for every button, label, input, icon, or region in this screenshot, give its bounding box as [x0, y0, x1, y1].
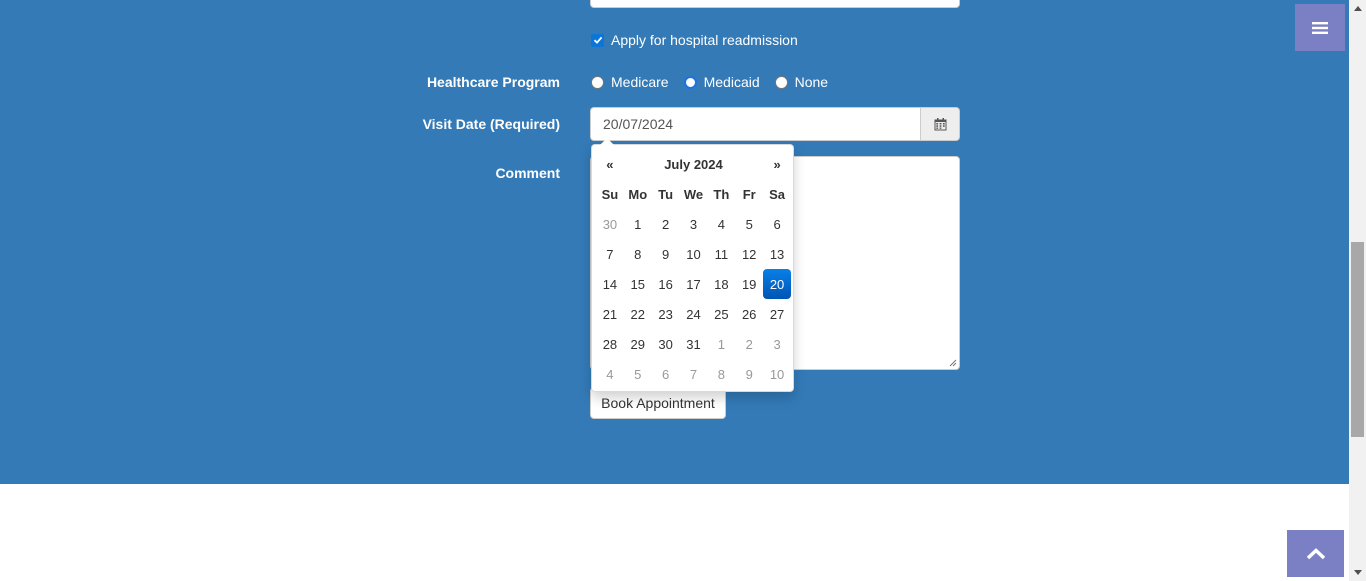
- triangle-up-icon: [1353, 6, 1362, 11]
- chevron-up-icon: [1306, 547, 1325, 559]
- calendar-day[interactable]: 29: [624, 329, 652, 359]
- resize-handle-icon[interactable]: [949, 359, 957, 367]
- calendar-week-row: 21 22 23 24 25 26 27: [596, 299, 791, 329]
- calendar-day[interactable]: 5: [624, 359, 652, 389]
- calendar-day[interactable]: 8: [707, 359, 735, 389]
- calendar-day[interactable]: 9: [652, 239, 680, 269]
- weekday-header: Mo: [628, 186, 648, 202]
- radio-medicaid[interactable]: Medicaid: [683, 74, 760, 90]
- calendar-day[interactable]: 1: [624, 209, 652, 239]
- scroll-thumb[interactable]: [1351, 242, 1364, 437]
- radio-none[interactable]: None: [774, 74, 828, 90]
- weekday-header: Fr: [742, 186, 756, 202]
- radio-label-medicare: Medicare: [611, 74, 669, 90]
- weekday-header: Th: [713, 186, 730, 202]
- calendar-icon: [934, 117, 946, 130]
- calendar-day[interactable]: 2: [735, 329, 763, 359]
- calendar-day[interactable]: 19: [735, 269, 763, 299]
- calendar-day[interactable]: 3: [680, 209, 708, 239]
- readmission-checkbox[interactable]: [591, 33, 604, 47]
- calendar-day[interactable]: 8: [624, 239, 652, 269]
- calendar-day[interactable]: 21: [596, 299, 624, 329]
- calendar-day[interactable]: 13: [763, 239, 791, 269]
- calendar-week-row: 14 15 16 17 18 19 20: [596, 269, 791, 299]
- calendar-day[interactable]: 4: [596, 359, 624, 389]
- calendar-day[interactable]: 22: [624, 299, 652, 329]
- calendar-week-row: 28 29 30 31 1 2 3: [596, 329, 791, 359]
- calendar-day[interactable]: 30: [652, 329, 680, 359]
- calendar-day[interactable]: 17: [680, 269, 708, 299]
- previous-field-input[interactable]: [590, 0, 960, 8]
- calendar-button[interactable]: [920, 107, 960, 141]
- calendar-day[interactable]: 6: [763, 209, 791, 239]
- calendar-week-row: 30 1 2 3 4 5 6: [596, 209, 791, 239]
- calendar-day[interactable]: 5: [735, 209, 763, 239]
- datepicker-popup: « July 2024 » Su Mo Tu We Th Fr Sa 30 1 2 3…: [591, 138, 794, 392]
- calendar-day[interactable]: 30: [596, 209, 624, 239]
- radio-label-medicaid: Medicaid: [703, 74, 760, 90]
- calendar-day[interactable]: 28: [596, 329, 624, 359]
- calendar-week-row: 7 8 9 10 11 12 13: [596, 239, 791, 269]
- calendar-week-row: 4 5 6 7 8 9 10: [596, 359, 791, 389]
- radio-button[interactable]: [774, 75, 788, 89]
- visit-date-group: 20/07/2024: [590, 107, 960, 141]
- calendar-day[interactable]: 16: [652, 269, 680, 299]
- calendar-day[interactable]: 4: [707, 209, 735, 239]
- datepicker-arrow: [600, 138, 614, 145]
- check-icon: [593, 36, 602, 44]
- healthcare-program-radios: Medicare Medicaid None: [590, 74, 842, 90]
- weekday-header: Su: [601, 186, 619, 202]
- comment-label: Comment: [495, 165, 560, 181]
- calendar-day[interactable]: 11: [707, 239, 735, 269]
- calendar-day[interactable]: 9: [735, 359, 763, 389]
- radio-label-none: None: [794, 74, 829, 90]
- hamburger-icon: [1312, 21, 1328, 34]
- calendar-day[interactable]: 12: [735, 239, 763, 269]
- next-month-button[interactable]: »: [763, 149, 791, 179]
- calendar-day[interactable]: 26: [735, 299, 763, 329]
- calendar-day[interactable]: 10: [680, 239, 708, 269]
- calendar-day[interactable]: 27: [763, 299, 791, 329]
- radio-medicare[interactable]: Medicare: [590, 74, 669, 90]
- calendar-day[interactable]: 15: [624, 269, 652, 299]
- calendar-day[interactable]: 20: [763, 269, 791, 299]
- calendar-days: 30 1 2 3 4 5 6 7 8 9 10 11 12 13 14 15 16 17 18 19 20 21 22 23 2…: [596, 209, 791, 389]
- scroll-up-button[interactable]: [1349, 0, 1366, 17]
- back-to-top-button[interactable]: [1287, 530, 1344, 577]
- footer-area: [0, 484, 1349, 581]
- calendar-day[interactable]: 10: [763, 359, 791, 389]
- menu-button[interactable]: [1295, 4, 1345, 51]
- calendar-day[interactable]: 1: [707, 329, 735, 359]
- visit-date-label: Visit Date (Required): [422, 116, 560, 132]
- readmission-label: Apply for hospital readmission: [611, 32, 798, 48]
- weekday-header: Sa: [769, 186, 785, 202]
- calendar-day[interactable]: 14: [596, 269, 624, 299]
- prev-month-button[interactable]: «: [596, 149, 624, 179]
- calendar-day[interactable]: 2: [652, 209, 680, 239]
- scroll-down-button[interactable]: [1349, 564, 1366, 581]
- radio-button[interactable]: [683, 75, 697, 89]
- page-scrollbar[interactable]: [1349, 0, 1366, 581]
- calendar-day[interactable]: 18: [707, 269, 735, 299]
- calendar-day[interactable]: 31: [680, 329, 708, 359]
- readmission-option[interactable]: Apply for hospital readmission: [590, 32, 798, 48]
- radio-button[interactable]: [591, 75, 604, 89]
- calendar-day[interactable]: 6: [652, 359, 680, 389]
- weekday-header: We: [683, 186, 704, 202]
- calendar-day[interactable]: 23: [652, 299, 680, 329]
- month-title[interactable]: July 2024: [624, 149, 763, 179]
- triangle-down-icon: [1353, 570, 1362, 575]
- calendar-day[interactable]: 7: [596, 239, 624, 269]
- healthcare-program-label: Healthcare Program: [426, 74, 560, 90]
- calendar-day[interactable]: 3: [763, 329, 791, 359]
- calendar-grid: « July 2024 » Su Mo Tu We Th Fr Sa 30 1 2 3…: [596, 149, 791, 389]
- calendar-day[interactable]: 25: [707, 299, 735, 329]
- weekday-header: Tu: [658, 186, 674, 202]
- calendar-day[interactable]: 24: [680, 299, 708, 329]
- visit-date-input[interactable]: 20/07/2024: [590, 107, 920, 141]
- calendar-day[interactable]: 7: [680, 359, 708, 389]
